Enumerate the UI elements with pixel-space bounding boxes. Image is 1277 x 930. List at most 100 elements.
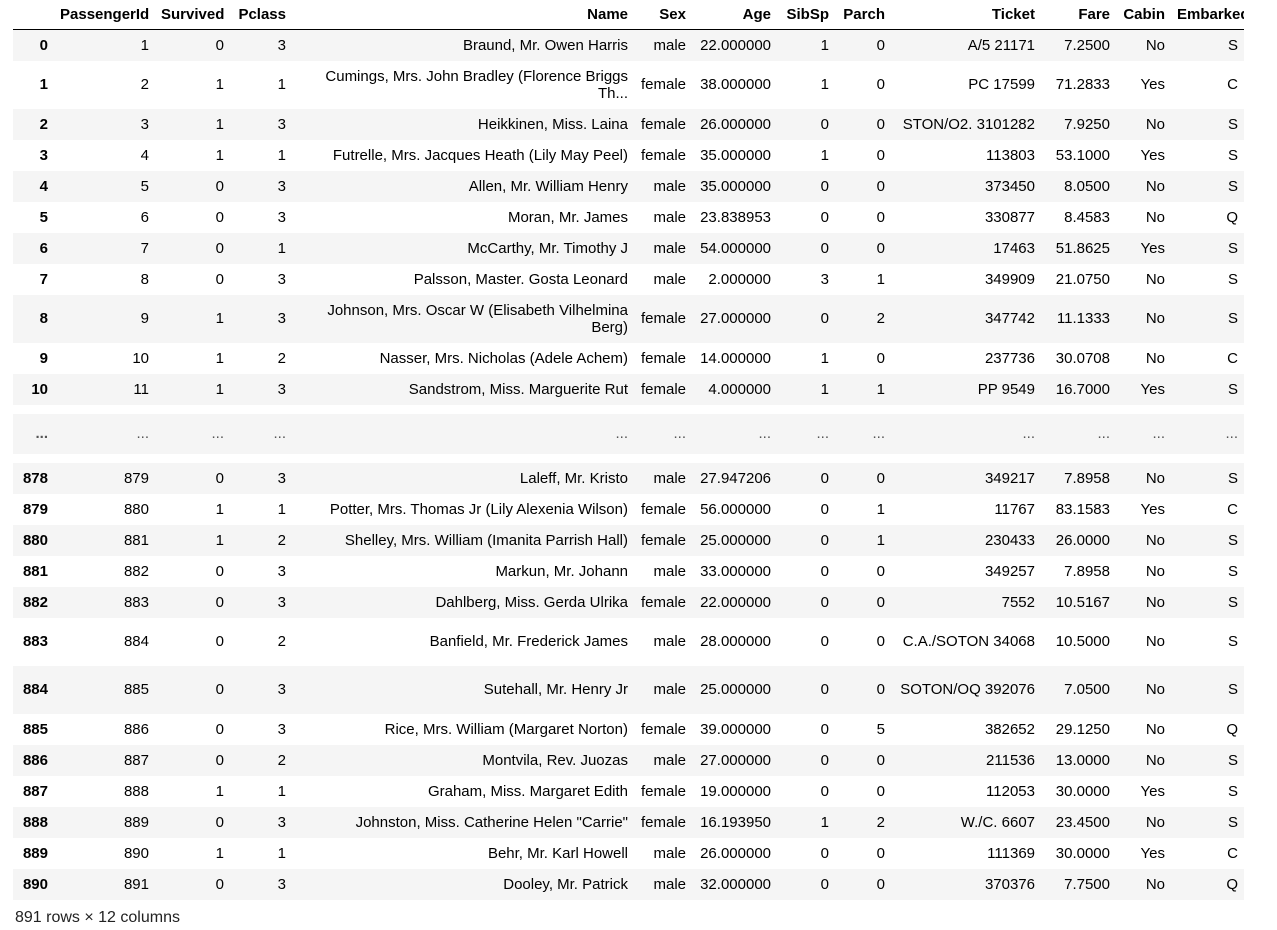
cell-parch: 1 [876, 270, 885, 288]
cell-passengerid: 891 [123, 875, 149, 893]
cell-cabin: Yes [1140, 844, 1165, 862]
cell-ticket: 370376 [984, 875, 1035, 893]
cell-passengerid: 9 [140, 310, 149, 327]
cell-fare: 10.5167 [1055, 593, 1110, 611]
cell-sibsp: 3 [820, 270, 829, 288]
row-index: 6 [39, 239, 48, 257]
cell-embarked: C [1227, 349, 1238, 367]
header-embarked: Embarked [1171, 0, 1244, 30]
cell-sex: male [653, 751, 686, 769]
cell-survived: 1 [215, 380, 224, 398]
cell-fare: 83.1583 [1055, 500, 1110, 518]
cell-parch: 0 [876, 593, 885, 611]
cell-parch: 0 [876, 36, 885, 54]
cell-sibsp: 0 [820, 531, 829, 549]
cell-age: 19.000000 [700, 782, 771, 800]
cell-ticket: PC 17599 [968, 76, 1035, 93]
cell-pclass: 2 [277, 349, 286, 367]
table-body: 0 1 0 3 Braund, Mr. Owen Harris male 22.000000… [13, 29, 1244, 900]
cell-survived: 0 [215, 469, 224, 487]
cell-survived: 0 [215, 720, 224, 738]
cell-fare: 16.7000 [1055, 380, 1110, 398]
cell-sex: male [653, 177, 686, 195]
cell-sex: female [640, 720, 686, 738]
cell-embarked: ... [1225, 425, 1238, 442]
header-sibsp: SibSp [777, 0, 835, 30]
cell-cabin: No [1145, 593, 1165, 611]
table-row: 884 885 0 3 Sutehall, Mr. Henry Jr male 25.000… [13, 665, 1244, 714]
cell-sex: male [653, 36, 686, 54]
cell-survived: 1 [215, 310, 224, 327]
cell-cabin: No [1145, 270, 1165, 288]
cell-embarked: S [1227, 177, 1238, 195]
table-row: 4 5 0 3 Allen, Mr. William Henry male 35.00000… [13, 170, 1244, 202]
row-gap [13, 453, 1244, 463]
cell-sibsp: 1 [820, 380, 829, 398]
table-row: 8 9 1 3 Johnson, Mrs. Oscar W (Elisabeth Vil… [13, 294, 1244, 343]
cell-cabin: No [1145, 751, 1165, 769]
cell-passengerid: 889 [123, 813, 149, 831]
cell-embarked: S [1227, 751, 1238, 769]
cell-name: Cumings, Mrs. John Bradley (Florence Bri… [325, 67, 628, 102]
cell-sex: female [640, 76, 686, 93]
header-passengerid: PassengerId [54, 0, 155, 30]
cell-fare: 53.1000 [1055, 146, 1110, 164]
cell-age: 39.000000 [700, 720, 771, 738]
cell-name: Graham, Miss. Margaret Edith [427, 782, 628, 800]
cell-pclass: 3 [277, 593, 286, 611]
cell-parch: 0 [876, 177, 885, 195]
cell-ticket: 349217 [984, 469, 1035, 487]
cell-age: 32.000000 [700, 875, 771, 893]
cell-parch: 0 [876, 115, 885, 133]
cell-parch: 0 [876, 208, 885, 226]
cell-fare: 7.0500 [1064, 681, 1110, 698]
table-row: 887 888 1 1 Graham, Miss. Margaret Edith fema… [13, 776, 1244, 807]
cell-cabin: Yes [1140, 239, 1165, 257]
cell-pclass: ... [273, 425, 286, 442]
header-name: Name [292, 0, 634, 30]
cell-survived: 0 [215, 633, 224, 650]
cell-fare: 30.0000 [1055, 782, 1110, 800]
cell-passengerid: 881 [123, 531, 149, 549]
cell-name: Montvila, Rev. Juozas [482, 751, 628, 769]
cell-ticket: SOTON/OQ 392076 [900, 681, 1035, 698]
table-row: 5 6 0 3 Moran, Mr. James male 23.838953 0 0 33087… [13, 202, 1244, 233]
cell-sibsp: 0 [820, 633, 829, 650]
cell-sex: female [640, 531, 686, 549]
cell-cabin: No [1145, 349, 1165, 367]
row-index: 880 [22, 531, 48, 549]
cell-parch: 0 [876, 782, 885, 800]
cell-embarked: Q [1226, 208, 1238, 226]
cell-parch: 1 [876, 380, 885, 398]
table-row: 2 3 1 3 Heikkinen, Miss. Laina female 26.00000… [13, 108, 1244, 140]
row-index: 888 [22, 813, 48, 831]
row-index: 889 [22, 844, 48, 862]
cell-ticket: 349909 [984, 270, 1035, 288]
cell-age: 26.000000 [700, 844, 771, 862]
cell-passengerid: 888 [123, 782, 149, 800]
table-row: 9 10 1 2 Nasser, Mrs. Nicholas (Adele Achem)… [13, 343, 1244, 374]
cell-fare: 26.0000 [1055, 531, 1110, 549]
cell-passengerid: 10 [132, 349, 149, 367]
cell-age: 25.000000 [700, 681, 771, 698]
cell-cabin: No [1145, 875, 1165, 893]
cell-passengerid: 883 [123, 593, 149, 611]
cell-ticket: STON/O2. 3101282 [902, 115, 1035, 133]
cell-fare: 30.0708 [1055, 349, 1110, 367]
cell-cabin: No [1145, 633, 1165, 650]
cell-sibsp: 0 [820, 782, 829, 800]
header-ticket: Ticket [891, 0, 1041, 30]
cell-parch: ... [872, 425, 885, 442]
cell-survived: 0 [215, 562, 224, 580]
cell-fare: 13.0000 [1055, 751, 1110, 769]
cell-fare: 51.8625 [1055, 239, 1110, 257]
table-row: 885 886 0 3 Rice, Mrs. William (Margaret Nor… [13, 714, 1244, 745]
cell-passengerid: 3 [140, 115, 149, 133]
row-index: 881 [22, 562, 48, 580]
cell-age: 33.000000 [700, 562, 771, 580]
cell-sibsp: 0 [820, 500, 829, 518]
row-gap [13, 404, 1244, 414]
row-index: 879 [22, 500, 48, 518]
cell-cabin: Yes [1140, 380, 1165, 398]
cell-passengerid: 880 [123, 500, 149, 518]
